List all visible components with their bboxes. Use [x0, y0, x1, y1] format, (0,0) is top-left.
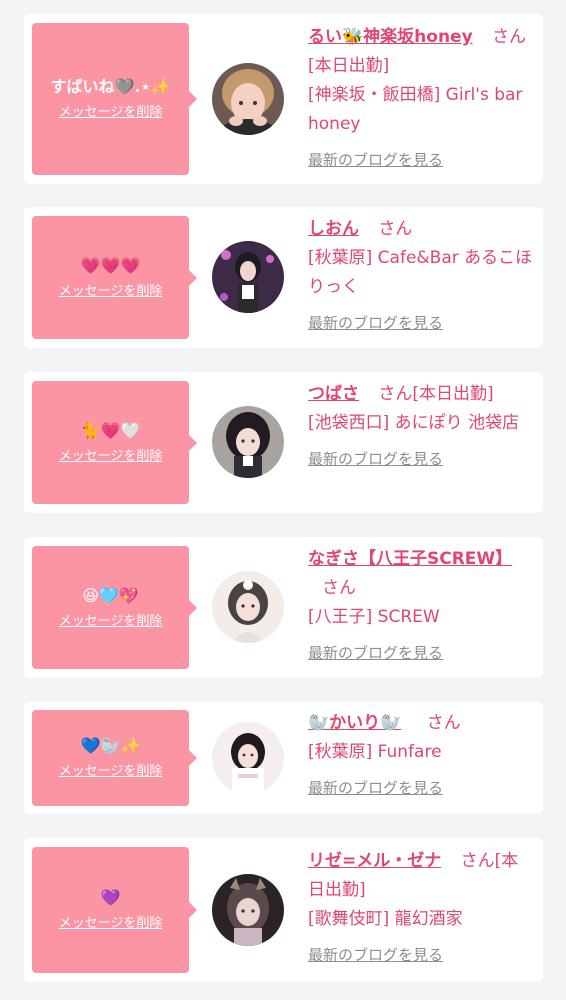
cast-name-link[interactable]: るい🐝神楽坂honey: [308, 27, 473, 47]
cast-name-link[interactable]: リゼ=メル・ゼナ: [308, 851, 441, 871]
latest-blog-link[interactable]: 最新のブログを見る: [308, 941, 443, 970]
message-bubble: 🐈💗🤍 メッセージを削除: [32, 381, 197, 504]
delete-message-link[interactable]: メッセージを削除: [59, 614, 163, 630]
message-text: 😆🩵💖: [82, 585, 139, 605]
delete-message-link[interactable]: メッセージを削除: [59, 105, 163, 121]
work-status: [本日出勤]: [308, 56, 390, 76]
message-bubble: 💜 メッセージを削除: [32, 847, 197, 973]
honorific: さん: [460, 851, 495, 871]
delete-message-link[interactable]: メッセージを削除: [59, 916, 163, 932]
latest-blog-link[interactable]: 最新のブログを見る: [308, 309, 443, 338]
cast-info: るい🐝神楽坂honey さん [本日出勤] [神楽坂・飯田橋] Girl's ba…: [308, 23, 534, 175]
honorific: さん: [322, 578, 356, 598]
message-card: 💙🦭✨ メッセージを削除 🦭かいり🦭 さん [秋葉原] Funfare 最新のブ…: [24, 702, 543, 814]
message-bubble: 💙🦭✨ メッセージを削除: [32, 710, 197, 806]
message-text: 💙🦭✨: [80, 736, 141, 755]
message-text: 💜: [100, 888, 121, 907]
message-card: すばいね🩶.⋆✨ メッセージを削除 るい🐝神楽坂honey さん [本日出勤] […: [24, 14, 543, 184]
message-card: 😆🩵💖 メッセージを削除 なぎさ【八王子SCREW】 さん [八王子] SCRE…: [24, 537, 543, 678]
work-status: [本日出勤]: [412, 384, 494, 404]
message-card: 🐈💗🤍 メッセージを削除 つばさ さん[本日出勤] [池袋西口] あにぽり 池袋…: [24, 372, 543, 513]
message-text: 🐈💗🤍: [80, 420, 141, 440]
cast-info: なぎさ【八王子SCREW】 さん [八王子] SCREW 最新のブログを見る: [308, 545, 534, 668]
shop-name: [歌舞伎町] 龍幻酒家: [308, 909, 463, 929]
delete-message-link[interactable]: メッセージを削除: [59, 449, 163, 465]
shop-name: [秋葉原] Funfare: [308, 742, 442, 762]
cast-info: しおん さん [秋葉原] Cafe&Bar あるこほりっく 最新のブログを見る: [308, 215, 534, 338]
avatar[interactable]: [212, 722, 284, 794]
message-card: 💜 メッセージを削除 リゼ=メル・ゼナ さん[本日出勤] [歌舞伎町] 龍幻酒家…: [24, 838, 543, 982]
latest-blog-link[interactable]: 最新のブログを見る: [308, 774, 443, 803]
latest-blog-link[interactable]: 最新のブログを見る: [308, 445, 443, 474]
cast-name-link[interactable]: 🦭かいり🦭: [308, 713, 401, 733]
avatar[interactable]: [212, 63, 284, 135]
honorific: さん: [426, 713, 461, 733]
message-bubble: 😆🩵💖 メッセージを削除: [32, 546, 197, 669]
shop-name: [秋葉原] Cafe&Bar あるこほりっく: [308, 248, 533, 297]
avatar[interactable]: [212, 241, 284, 313]
avatar[interactable]: [212, 571, 284, 643]
cast-info: リゼ=メル・ゼナ さん[本日出勤] [歌舞伎町] 龍幻酒家 最新のブログを見る: [308, 847, 534, 970]
message-bubble: 💗💗💗 メッセージを削除: [32, 216, 197, 339]
message-card: 💗💗💗 メッセージを削除 しおん さん [秋葉原] Cafe&Bar あるこほり…: [24, 207, 543, 348]
avatar[interactable]: [212, 874, 284, 946]
latest-blog-link[interactable]: 最新のブログを見る: [308, 146, 443, 175]
cast-info: つばさ さん[本日出勤] [池袋西口] あにぽり 池袋店 最新のブログを見る: [308, 380, 534, 474]
cast-name-link[interactable]: つばさ: [308, 384, 359, 404]
avatar[interactable]: [212, 406, 284, 478]
cast-name-link[interactable]: なぎさ【八王子SCREW】: [308, 549, 512, 569]
delete-message-link[interactable]: メッセージを削除: [59, 764, 163, 780]
honorific: さん: [378, 384, 413, 404]
delete-message-link[interactable]: メッセージを削除: [59, 284, 163, 300]
shop-name: [神楽坂・飯田橋] Girl's bar honey: [308, 85, 523, 134]
cast-name-link[interactable]: しおん: [308, 219, 359, 239]
shop-name: [池袋西口] あにぽり 池袋店: [308, 413, 520, 433]
message-text: すばいね🩶.⋆✨: [50, 77, 171, 96]
latest-blog-link[interactable]: 最新のブログを見る: [308, 639, 443, 668]
shop-name: [八王子] SCREW: [308, 607, 440, 627]
message-text: 💗💗💗: [80, 255, 141, 275]
cast-info: 🦭かいり🦭 さん [秋葉原] Funfare 最新のブログを見る: [308, 709, 534, 803]
honorific: さん: [492, 27, 527, 47]
message-bubble: すばいね🩶.⋆✨ メッセージを削除: [32, 23, 197, 175]
honorific: さん: [378, 219, 413, 239]
